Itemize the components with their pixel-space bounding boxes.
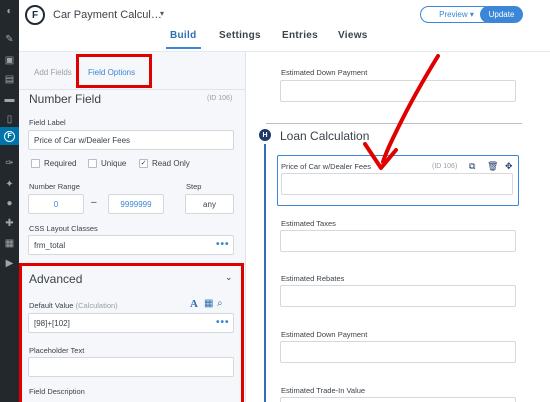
number-range-caption: Number Range xyxy=(29,182,80,191)
form-canvas: Estimated Down Payment H Loan Calculatio… xyxy=(246,52,550,402)
collapse-icon[interactable]: ▶ xyxy=(4,258,15,269)
builder-header: F Car Payment Calcul… ▾ Build Settings E… xyxy=(19,0,550,52)
wp-admin-sidebar: ◐ ✎ ▣ ▤ ▬ ▯ F ✑ ✦ ● ✚ ▦ ▶ xyxy=(0,0,19,402)
range-dash: – xyxy=(91,197,97,208)
css-more-icon[interactable]: ••• xyxy=(216,239,230,250)
tab-build[interactable]: Build xyxy=(166,30,200,49)
tab-settings[interactable]: Settings xyxy=(219,30,261,41)
tools-icon[interactable]: ✚ xyxy=(4,218,15,229)
trash-icon[interactable]: ▯ xyxy=(4,114,15,125)
formidable-icon[interactable]: F xyxy=(0,127,19,145)
subtab-divider xyxy=(19,89,246,90)
range-min-input[interactable]: 0 xyxy=(28,194,84,214)
update-button[interactable]: Update xyxy=(480,6,523,23)
field-id: (ID 106) xyxy=(207,95,233,102)
settings-icon[interactable]: ▦ xyxy=(4,238,15,249)
required-label: Required xyxy=(44,159,77,168)
field-type-title: Number Field xyxy=(29,92,102,106)
css-classes-input[interactable]: frm_total xyxy=(28,235,234,255)
pages-icon[interactable]: ▤ xyxy=(4,74,15,85)
field-label-caption: Field Label xyxy=(29,118,66,127)
tab-add-fields[interactable]: Add Fields xyxy=(34,68,72,77)
required-checkbox[interactable] xyxy=(31,159,40,168)
read-only-label: Read Only xyxy=(152,159,190,168)
plugins-icon[interactable]: ✦ xyxy=(4,179,15,190)
field-options-highlight xyxy=(76,54,152,88)
step-caption: Step xyxy=(186,182,202,191)
tab-entries[interactable]: Entries xyxy=(282,30,318,41)
arrow-shaft xyxy=(381,54,440,164)
field-options-panel: Add Fields Field Options Number Field (I… xyxy=(19,52,246,402)
comments-icon[interactable]: ▬ xyxy=(4,94,15,105)
dashboard-icon[interactable]: ◐ xyxy=(4,6,15,17)
arrow-head xyxy=(363,142,398,170)
range-max-input[interactable]: 9999999 xyxy=(108,194,164,214)
advanced-highlight xyxy=(19,263,244,402)
read-only-checkbox[interactable]: ✓ xyxy=(139,159,148,168)
form-title[interactable]: Car Payment Calcul… xyxy=(53,9,162,21)
unique-label: Unique xyxy=(101,159,127,168)
users-icon[interactable]: ● xyxy=(4,198,15,209)
field-label-input[interactable]: Price of Car w/Dealer Fees xyxy=(28,130,234,150)
formidable-glyph: F xyxy=(4,130,15,142)
form-switch-chevron-icon[interactable]: ▾ xyxy=(160,9,164,18)
css-classes-caption: CSS Layout Classes xyxy=(29,224,98,233)
formidable-logo-icon[interactable]: F xyxy=(25,5,45,25)
appearance-icon[interactable]: ✑ xyxy=(4,158,15,169)
media-icon[interactable]: ▣ xyxy=(4,55,15,66)
step-input[interactable]: any xyxy=(185,194,234,214)
posts-icon[interactable]: ✎ xyxy=(4,34,15,45)
unique-checkbox[interactable] xyxy=(88,159,97,168)
annotation-arrow xyxy=(363,54,440,170)
tab-views[interactable]: Views xyxy=(338,30,368,41)
